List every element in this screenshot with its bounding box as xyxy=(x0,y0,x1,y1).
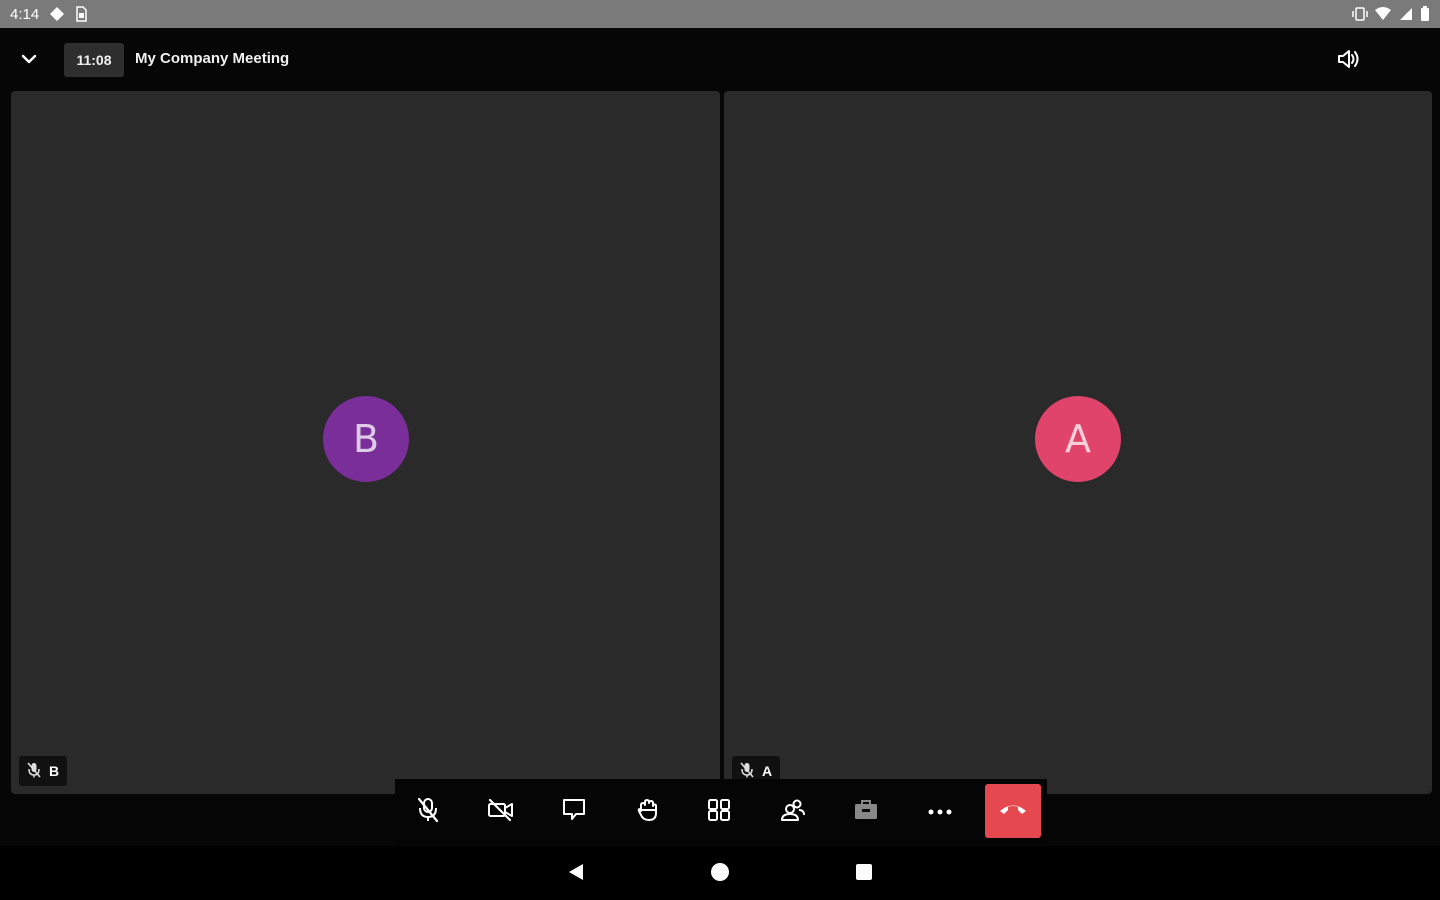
meeting-toolbar xyxy=(395,779,1047,845)
status-bar-left: 4:14 xyxy=(10,6,87,23)
mic-muted-icon xyxy=(740,761,754,781)
sim-card-icon xyxy=(75,6,87,22)
hangup-icon xyxy=(998,801,1028,822)
participant-name: A xyxy=(762,763,773,779)
collapse-button[interactable] xyxy=(16,48,42,72)
status-bar-right xyxy=(1352,6,1430,22)
tile-view-icon xyxy=(706,797,732,828)
speaker-icon xyxy=(1336,47,1362,76)
tile-view-button[interactable] xyxy=(697,790,741,834)
signal-icon xyxy=(1398,6,1414,22)
raise-hand-button[interactable] xyxy=(626,790,670,834)
meeting-app: 11:08 My Company Meeting B B A A xyxy=(0,28,1440,846)
nav-home-button[interactable] xyxy=(708,862,732,886)
participant-tile-a[interactable]: A A xyxy=(724,91,1432,794)
participant-name-tag: B xyxy=(19,756,68,786)
audio-output-button[interactable] xyxy=(1334,47,1364,75)
avatar: A xyxy=(1035,396,1121,482)
chat-button[interactable] xyxy=(552,790,596,834)
breakout-rooms-button[interactable] xyxy=(844,790,888,834)
breakout-rooms-icon xyxy=(853,798,879,827)
vibrate-icon xyxy=(1352,6,1368,22)
wifi-icon xyxy=(1374,6,1392,22)
mic-muted-icon xyxy=(27,761,41,781)
back-icon xyxy=(566,862,586,887)
raise-hand-icon xyxy=(636,797,660,828)
navigation-bar xyxy=(0,846,1440,900)
toggle-camera-button[interactable] xyxy=(479,790,523,834)
chat-icon xyxy=(561,797,587,828)
hangup-button[interactable] xyxy=(985,784,1041,838)
nav-back-button[interactable] xyxy=(564,862,588,886)
participants-button[interactable] xyxy=(771,790,815,834)
avatar: B xyxy=(323,396,409,482)
more-options-button[interactable] xyxy=(918,790,962,834)
status-bar: 4:14 xyxy=(0,0,1440,28)
battery-icon xyxy=(1420,6,1430,22)
more-icon xyxy=(927,803,953,821)
toggle-microphone-button[interactable] xyxy=(406,790,450,834)
meeting-timer: 11:08 xyxy=(64,43,124,77)
meeting-header: 11:08 My Company Meeting xyxy=(0,28,1440,90)
participants-icon xyxy=(779,797,807,828)
clock: 4:14 xyxy=(10,5,40,23)
drive-icon xyxy=(49,6,65,22)
avatar-initial: B xyxy=(352,417,380,461)
participant-name: B xyxy=(49,763,60,779)
participant-tile-b[interactable]: B B xyxy=(11,91,720,794)
avatar-initial: A xyxy=(1065,417,1091,461)
meeting-title: My Company Meeting xyxy=(135,50,290,67)
nav-recents-button[interactable] xyxy=(852,862,876,886)
camera-off-icon xyxy=(487,798,515,827)
recents-icon xyxy=(854,862,874,887)
chevron-down-icon xyxy=(21,51,37,69)
microphone-muted-icon xyxy=(415,796,441,829)
home-icon xyxy=(710,862,730,887)
